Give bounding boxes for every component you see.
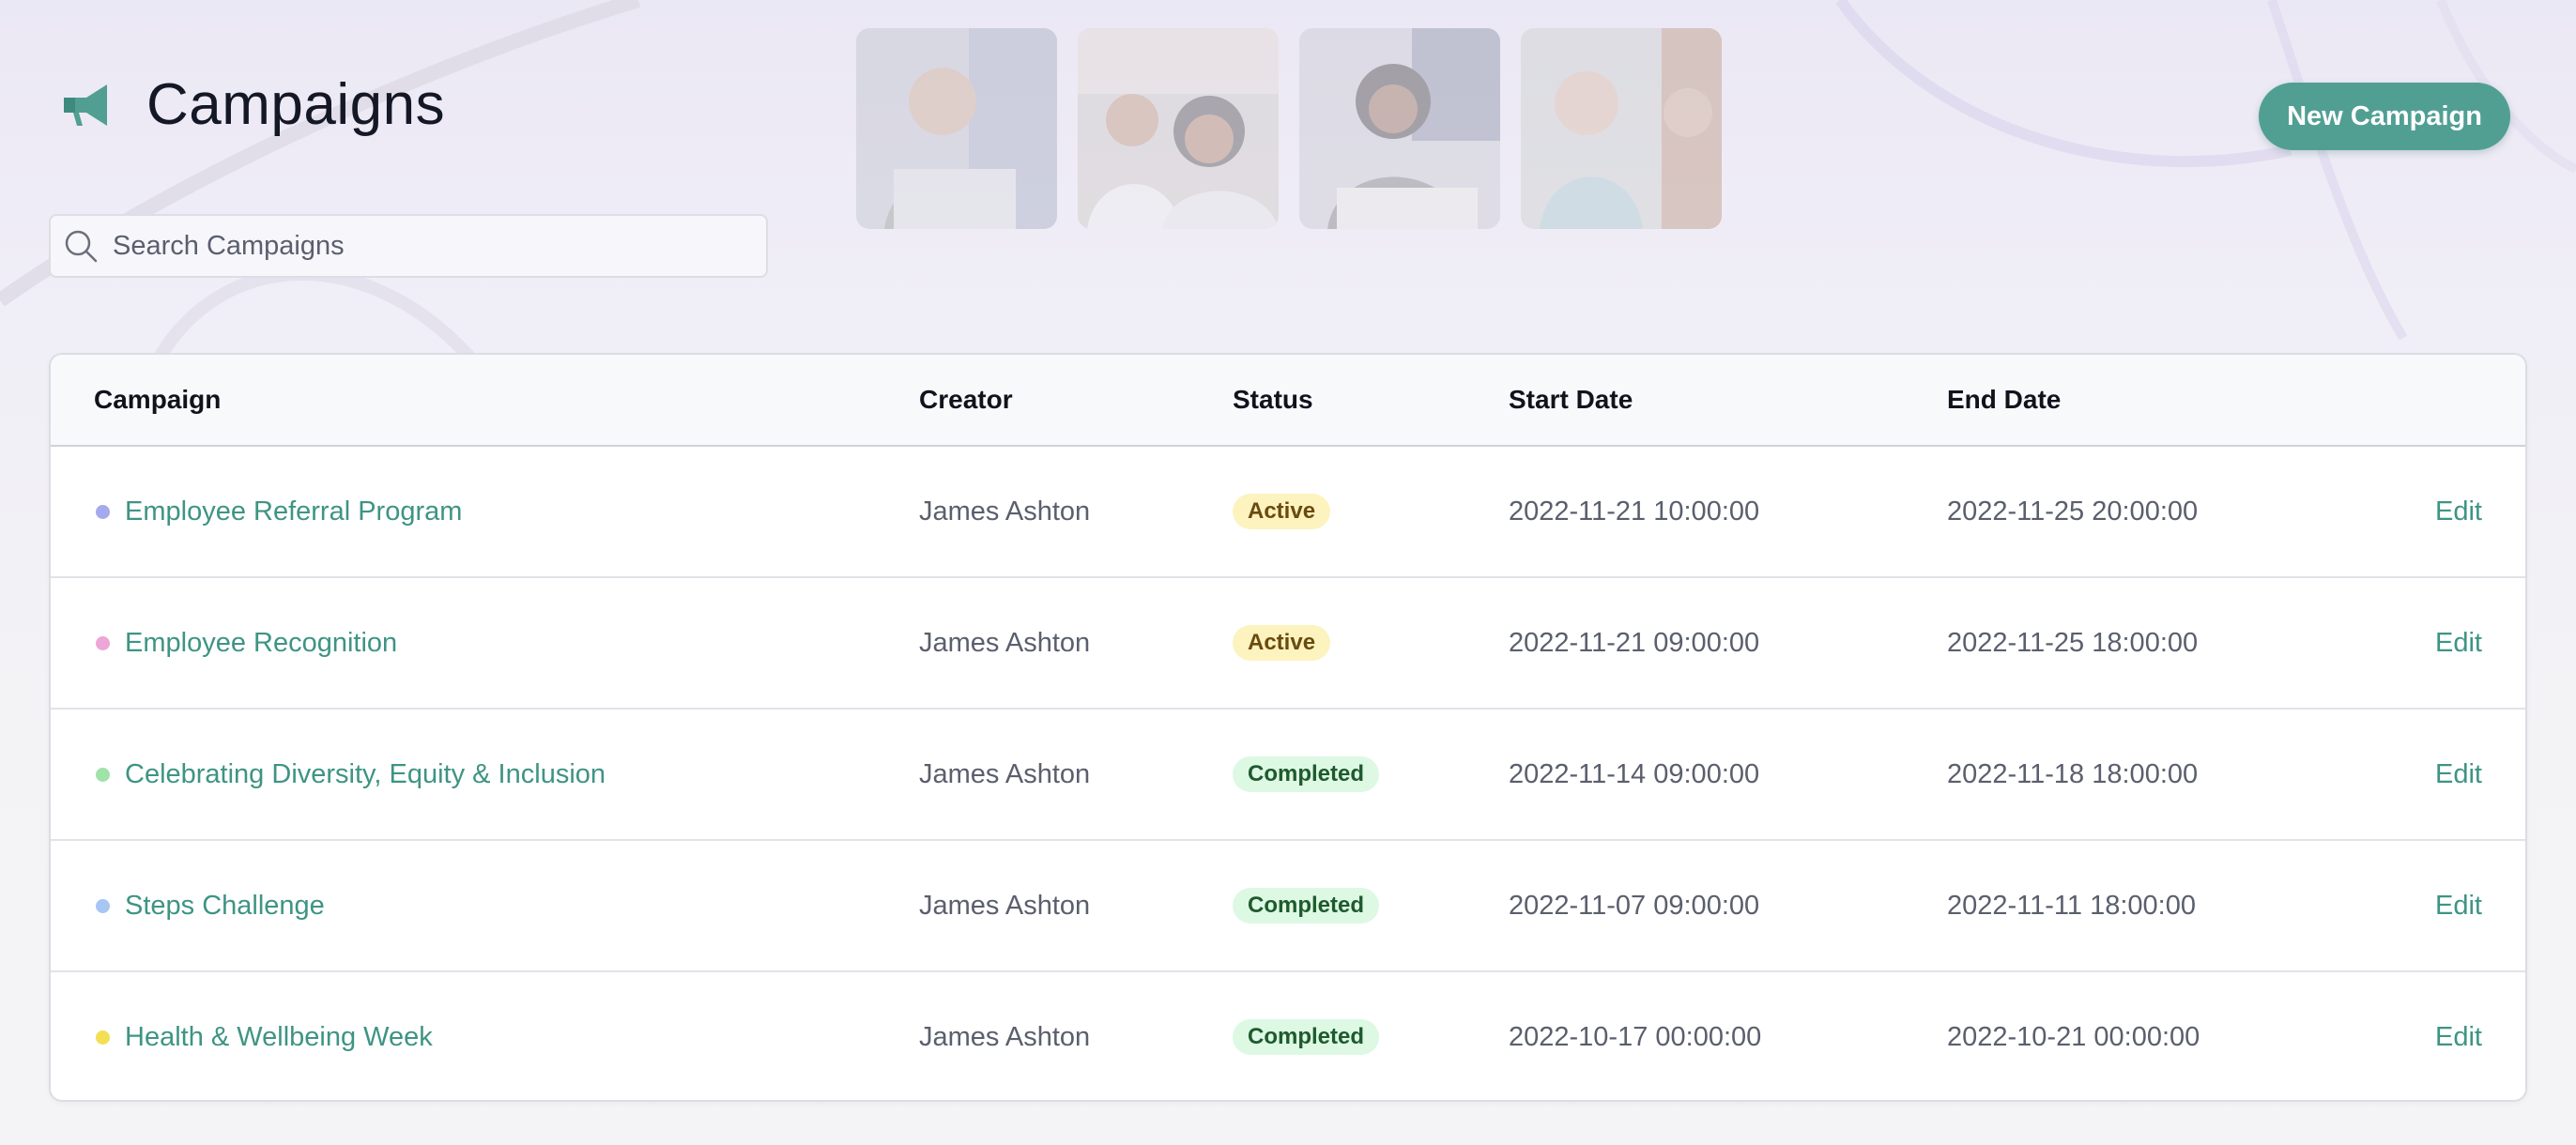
campaign-cell: Celebrating Diversity, Equity & Inclusio…: [94, 710, 606, 839]
campaigns-table: Campaign Creator Status Start Date End D…: [49, 353, 2527, 1102]
column-header-end-date[interactable]: End Date: [1947, 355, 2061, 445]
creator-cell: James Ashton: [919, 627, 1091, 658]
creator-cell: James Ashton: [919, 758, 1091, 789]
campaign-name-link[interactable]: Employee Referral Program: [125, 496, 462, 527]
edit-cell: Edit: [2435, 710, 2482, 839]
header-photo: [1078, 28, 1279, 229]
campaign-color-dot: [96, 898, 110, 913]
page-title: Campaigns: [146, 72, 446, 137]
start-date-cell: 2022-11-21 09:00:00: [1509, 627, 1760, 658]
table-row[interactable]: Employee Recognition James Ashton Active 20…: [51, 578, 2525, 710]
status-cell: Active: [1233, 578, 1331, 708]
column-header-campaign[interactable]: Campaign: [94, 355, 221, 445]
campaign-cell: Employee Referral Program: [94, 447, 462, 576]
edit-cell: Edit: [2435, 972, 2482, 1100]
status-cell: Completed: [1233, 841, 1380, 970]
edit-link[interactable]: Edit: [2435, 891, 2482, 922]
end-date-cell: 2022-10-21 00:00:00: [1947, 1021, 2200, 1052]
table-row[interactable]: Employee Referral Program James Ashton Act…: [51, 447, 2525, 578]
header-photo: [1521, 28, 1722, 229]
creator-cell: James Ashton: [919, 496, 1091, 527]
header-photo-strip: [856, 28, 1722, 229]
header-photo: [856, 28, 1057, 229]
status-badge: Active: [1233, 494, 1331, 529]
creator-cell: James Ashton: [919, 1021, 1091, 1052]
edit-link[interactable]: Edit: [2435, 759, 2482, 790]
end-date-cell: 2022-11-25 18:00:00: [1947, 627, 2199, 658]
campaign-name-link[interactable]: Steps Challenge: [125, 891, 325, 922]
campaign-cell: Steps Challenge: [94, 841, 325, 970]
campaign-color-dot: [96, 767, 110, 782]
megaphone-icon: [58, 77, 115, 133]
edit-link[interactable]: Edit: [2435, 628, 2482, 659]
status-badge: Active: [1233, 625, 1331, 661]
campaign-color-dot: [96, 504, 110, 519]
new-campaign-button[interactable]: New Campaign: [2259, 83, 2510, 150]
column-header-status[interactable]: Status: [1233, 355, 1313, 445]
start-date-cell: 2022-11-21 10:00:00: [1509, 496, 1760, 527]
table-row[interactable]: Celebrating Diversity, Equity & Inclusio…: [51, 710, 2525, 841]
status-cell: Completed: [1233, 972, 1380, 1100]
status-badge: Completed: [1233, 888, 1380, 924]
edit-link[interactable]: Edit: [2435, 496, 2482, 527]
table-row[interactable]: Steps Challenge James Ashton Completed 2022…: [51, 841, 2525, 972]
end-date-cell: 2022-11-25 20:00:00: [1947, 496, 2199, 527]
status-badge: Completed: [1233, 756, 1380, 792]
search-input[interactable]: [111, 229, 715, 263]
search-box[interactable]: [49, 214, 768, 278]
campaign-color-dot: [96, 1030, 110, 1045]
campaign-name-link[interactable]: Celebrating Diversity, Equity & Inclusio…: [125, 759, 606, 790]
edit-cell: Edit: [2435, 841, 2482, 970]
campaign-name-link[interactable]: Health & Wellbeing Week: [125, 1022, 433, 1053]
column-header-start-date[interactable]: Start Date: [1509, 355, 1633, 445]
end-date-cell: 2022-11-18 18:00:00: [1947, 758, 2199, 789]
start-date-cell: 2022-10-17 00:00:00: [1509, 1021, 1762, 1052]
search-icon: [65, 230, 98, 263]
campaign-cell: Health & Wellbeing Week: [94, 972, 433, 1100]
start-date-cell: 2022-11-07 09:00:00: [1509, 890, 1760, 921]
table-header: Campaign Creator Status Start Date End D…: [51, 355, 2525, 447]
table-body: Employee Referral Program James Ashton Act…: [51, 447, 2525, 1100]
header-photo: [1299, 28, 1500, 229]
campaign-color-dot: [96, 635, 110, 650]
page-header: Campaigns: [58, 71, 445, 138]
edit-link[interactable]: Edit: [2435, 1022, 2482, 1053]
column-header-creator[interactable]: Creator: [919, 355, 1013, 445]
edit-cell: Edit: [2435, 447, 2482, 576]
end-date-cell: 2022-11-11 18:00:00: [1947, 890, 2196, 921]
creator-cell: James Ashton: [919, 890, 1091, 921]
edit-cell: Edit: [2435, 578, 2482, 708]
campaign-cell: Employee Recognition: [94, 578, 397, 708]
status-badge: Completed: [1233, 1019, 1380, 1055]
status-cell: Completed: [1233, 710, 1380, 839]
status-cell: Active: [1233, 447, 1331, 576]
campaign-name-link[interactable]: Employee Recognition: [125, 628, 397, 659]
start-date-cell: 2022-11-14 09:00:00: [1509, 758, 1760, 789]
table-row[interactable]: Health & Wellbeing Week James Ashton Compl…: [51, 972, 2525, 1100]
